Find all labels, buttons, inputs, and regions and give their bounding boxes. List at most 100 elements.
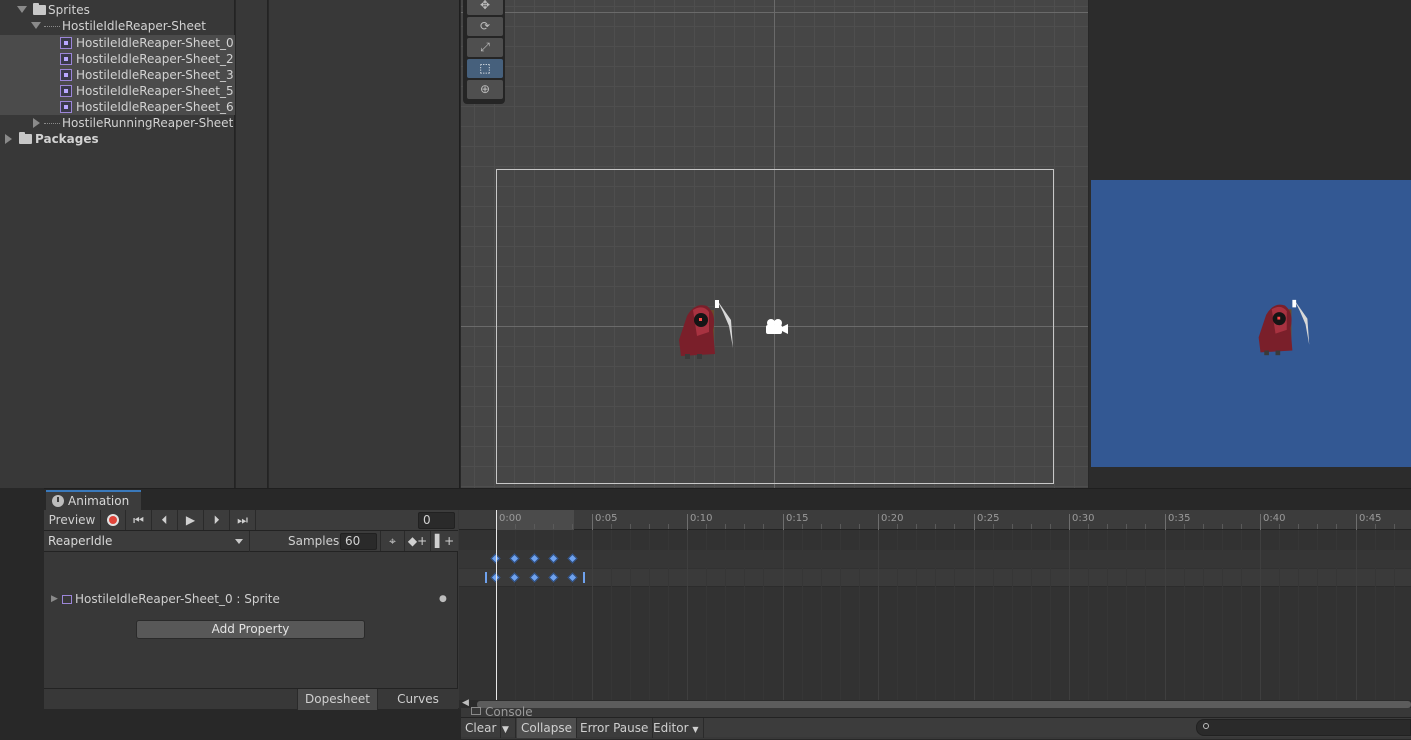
minor-tick — [802, 524, 803, 529]
grid-line — [1317, 530, 1318, 700]
tick-label: 0:45 — [1359, 513, 1382, 524]
tree-item-label: HostileRunningReaper-Sheet — [62, 116, 234, 130]
sprite-icon — [60, 69, 72, 81]
grid-line — [954, 530, 955, 700]
clip-dropdown[interactable]: ReaperIdle — [44, 531, 250, 552]
minor-tick — [859, 524, 860, 529]
game-view[interactable] — [1091, 180, 1411, 467]
grid-line — [1069, 530, 1070, 700]
chevron-down-icon — [235, 539, 243, 544]
tree-item-label: HostileIdleReaper-Sheet — [62, 19, 206, 33]
preview-button[interactable]: Preview — [44, 510, 101, 530]
property-label: HostileIdleReaper-Sheet_0 : Sprite — [75, 592, 280, 606]
add-event-button[interactable]: ▌+ — [431, 531, 458, 551]
next-key-button[interactable]: ⏵ — [204, 510, 230, 530]
samples-field[interactable]: 60 — [340, 533, 377, 550]
grid-line — [802, 530, 803, 700]
error-pause-button[interactable]: Error Pause — [576, 718, 654, 738]
grid-line — [1088, 530, 1089, 700]
grid-line — [630, 530, 631, 700]
scene-view[interactable]: ✥ ⟳ ⤢ ⬚ ⊕ — [461, 0, 1088, 488]
add-key-icon: ◆+ — [407, 534, 428, 548]
minor-tick — [935, 524, 936, 529]
tick-mark — [1069, 514, 1070, 530]
expand-arrow-icon[interactable]: ▶ — [51, 589, 58, 609]
collapse-button[interactable]: Collapse — [517, 718, 577, 738]
grid-line — [687, 530, 688, 700]
expand-arrow-icon[interactable] — [5, 134, 12, 144]
minor-tick — [1317, 524, 1318, 529]
scrollbar-thumb[interactable] — [477, 701, 1411, 708]
skip-end-icon: ⏭ — [237, 513, 248, 527]
animation-window: Animation Preview ⏮ ⏴ ▶ ⏵ ⏭ 0 ReaperIdle… — [44, 488, 1411, 710]
selection-range-handle[interactable] — [485, 572, 487, 583]
console-search-input[interactable] — [1196, 719, 1411, 736]
last-key-button[interactable]: ⏭ — [230, 510, 256, 530]
tree-item-sprite-5[interactable]: HostileIdleReaper-Sheet_5 — [0, 83, 235, 99]
minor-tick — [1012, 524, 1013, 529]
tree-item-sprite-6[interactable]: HostileIdleReaper-Sheet_6 — [0, 99, 235, 115]
tick-label: 0:20 — [881, 513, 904, 524]
tree-item-sprite-2[interactable]: HostileIdleReaper-Sheet_2 — [0, 51, 235, 67]
tree-item-label: HostileIdleReaper-Sheet_2 — [76, 52, 234, 66]
record-button[interactable] — [101, 510, 126, 530]
selection-range-handle[interactable] — [583, 572, 585, 583]
property-options-icon[interactable]: ● — [439, 589, 447, 609]
scale-icon[interactable]: ⤢ — [467, 38, 503, 57]
tick-label: 0:40 — [1263, 513, 1286, 524]
grid-line — [993, 530, 994, 700]
tab-animation[interactable]: Animation — [46, 490, 141, 510]
grid-line — [821, 530, 822, 700]
filter-keys-button[interactable]: ⌖ — [380, 531, 405, 551]
grid-line — [974, 530, 975, 700]
tick-mark — [1260, 514, 1261, 530]
grid-line — [916, 530, 917, 700]
grid-line — [840, 530, 841, 700]
tree-item-sprite-0[interactable]: HostileIdleReaper-Sheet_0 — [0, 35, 235, 51]
property-row[interactable]: ▶ HostileIdleReaper-Sheet_0 : Sprite ● — [44, 589, 458, 609]
clear-button[interactable]: Clear — [461, 718, 502, 738]
grid-line — [1394, 530, 1395, 700]
grid-line — [783, 530, 784, 700]
grid-line — [1145, 530, 1146, 700]
grid-line — [878, 530, 879, 700]
rotate-icon[interactable]: ⟳ — [467, 17, 503, 36]
add-keyframe-button[interactable]: ◆+ — [405, 531, 431, 551]
time-ruler[interactable]: 0:00 0:05 0:10 0:15 0:20 0:25 0:30 0:35 0:40 0:45 — [459, 510, 1411, 530]
move-icon[interactable]: ✥ — [467, 0, 503, 15]
grid-line — [1165, 530, 1166, 700]
sprite-icon — [60, 101, 72, 113]
expand-arrow-icon[interactable] — [31, 22, 41, 29]
prev-key-button[interactable]: ⏴ — [152, 510, 178, 530]
grid-line — [706, 530, 707, 700]
tree-item-label: HostileIdleReaper-Sheet_6 — [76, 100, 234, 114]
dopesheet-timeline[interactable]: 0:00 0:05 0:10 0:15 0:20 0:25 0:30 0:35 0:40 0:45… — [459, 510, 1411, 709]
view-mode-tabs: Dopesheet Curves — [44, 688, 458, 710]
skip-start-icon: ⏮ — [133, 513, 144, 527]
reaper-sprite[interactable] — [673, 296, 737, 364]
tab-curves[interactable]: Curves — [377, 689, 458, 710]
frame-field[interactable]: 0 — [418, 512, 455, 529]
play-button[interactable]: ▶ — [178, 510, 204, 530]
minor-tick — [821, 524, 822, 529]
minor-tick — [993, 524, 994, 529]
playhead[interactable] — [496, 510, 497, 700]
tab-dopesheet[interactable]: Dopesheet — [297, 689, 377, 710]
editor-dropdown[interactable]: Editor ▼ — [649, 718, 704, 738]
clear-options-dropdown[interactable]: ▼ — [498, 718, 516, 738]
add-property-button[interactable]: Add Property — [136, 620, 365, 639]
camera-icon[interactable] — [763, 318, 789, 336]
tick-mark — [783, 514, 784, 530]
first-key-button[interactable]: ⏮ — [126, 510, 152, 530]
minor-tick — [1126, 524, 1127, 529]
transform-icon[interactable]: ⊕ — [467, 80, 503, 99]
expand-arrow-icon[interactable] — [33, 118, 40, 128]
panel-divider-column — [236, 0, 268, 488]
tree-item-sprite-3[interactable]: HostileIdleReaper-Sheet_3 — [0, 67, 235, 83]
minor-tick — [1241, 524, 1242, 529]
tree-item-label: Sprites — [48, 3, 90, 17]
grid-line — [1050, 530, 1051, 700]
expand-arrow-icon[interactable] — [17, 6, 27, 13]
tick-label: 0:35 — [1168, 513, 1191, 524]
rect-icon[interactable]: ⬚ — [467, 59, 503, 78]
